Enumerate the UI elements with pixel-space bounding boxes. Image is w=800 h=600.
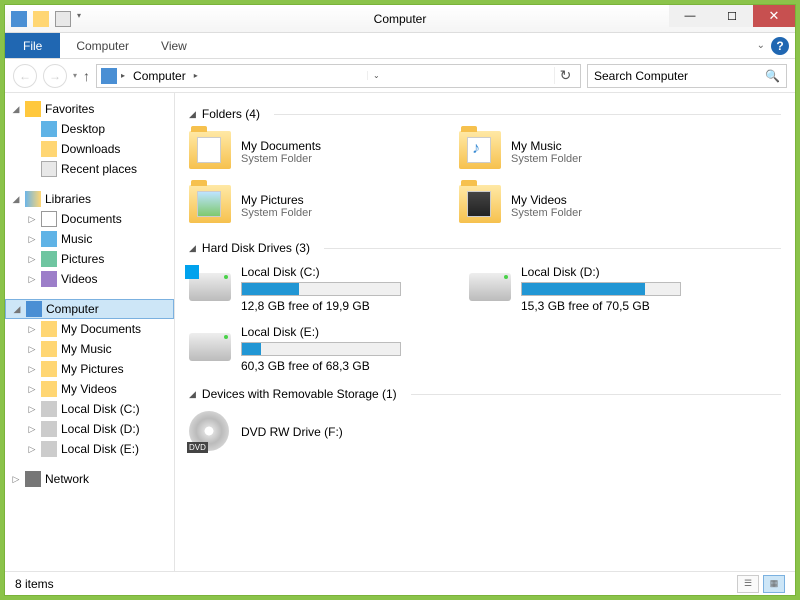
capacity-bar — [521, 282, 681, 296]
navigation-pane: ◢Favorites Desktop Downloads Recent plac… — [5, 93, 175, 571]
dvd-drive-f[interactable]: DVD RW Drive (F:) — [189, 411, 439, 453]
tree-pictures[interactable]: ▷Pictures — [5, 249, 174, 269]
chevron-right-icon[interactable]: ▸ — [194, 71, 198, 80]
qat-newfolder-icon[interactable] — [55, 11, 71, 27]
tree-localdisk-d[interactable]: ▷Local Disk (D:) — [5, 419, 174, 439]
folder-myvideos[interactable]: My VideosSystem Folder — [459, 185, 709, 227]
history-dropdown-icon[interactable]: ▾ — [73, 71, 77, 80]
window-controls: — ☐ ✕ — [669, 5, 795, 27]
maximize-button[interactable]: ☐ — [711, 5, 753, 27]
app-icon — [11, 11, 27, 27]
search-icon: 🔍 — [765, 69, 780, 83]
tree-mydocuments[interactable]: ▷My Documents — [5, 319, 174, 339]
group-folders-header[interactable]: ◢Folders (4) — [189, 107, 781, 121]
drive-icon — [189, 333, 231, 361]
tree-localdisk-e[interactable]: ▷Local Disk (E:) — [5, 439, 174, 459]
explorer-window: ▾ Computer — ☐ ✕ File Computer View ⌄ ? … — [4, 4, 796, 596]
group-drives-header[interactable]: ◢Hard Disk Drives (3) — [189, 241, 781, 255]
view-details-button[interactable]: ☰ — [737, 575, 759, 593]
tree-favorites[interactable]: ◢Favorites — [5, 99, 174, 119]
status-bar: 8 items ☰ ▦ — [5, 571, 795, 595]
up-button[interactable]: ↑ — [83, 68, 90, 84]
tree-mymusic[interactable]: ▷My Music — [5, 339, 174, 359]
navigation-bar: ← → ▾ ↑ ▸ Computer ▸ ⌄ ↻ Search Computer… — [5, 59, 795, 93]
tree-recent[interactable]: Recent places — [5, 159, 174, 179]
tree-downloads[interactable]: Downloads — [5, 139, 174, 159]
forward-button[interactable]: → — [43, 64, 67, 88]
ribbon-expand-icon[interactable]: ⌄ — [757, 40, 765, 51]
tree-videos[interactable]: ▷Videos — [5, 269, 174, 289]
address-bar[interactable]: ▸ Computer ▸ ⌄ ↻ — [96, 64, 581, 88]
qat-dropdown-icon[interactable]: ▾ — [77, 11, 85, 27]
folder-mydocuments[interactable]: My DocumentsSystem Folder — [189, 131, 439, 173]
capacity-bar — [241, 342, 401, 356]
tree-mypictures[interactable]: ▷My Pictures — [5, 359, 174, 379]
tree-music[interactable]: ▷Music — [5, 229, 174, 249]
group-removable-header[interactable]: ◢Devices with Removable Storage (1) — [189, 387, 781, 401]
help-icon[interactable]: ? — [771, 37, 789, 55]
qat-properties-icon[interactable] — [33, 11, 49, 27]
view-tab[interactable]: View — [145, 33, 203, 58]
tree-documents[interactable]: ▷Documents — [5, 209, 174, 229]
search-input[interactable]: Search Computer 🔍 — [587, 64, 787, 88]
back-button[interactable]: ← — [13, 64, 37, 88]
chevron-right-icon[interactable]: ▸ — [121, 71, 125, 80]
quick-access-toolbar: ▾ — [5, 11, 85, 27]
ribbon-tabs: File Computer View ⌄ ? — [5, 33, 795, 59]
breadcrumb-computer[interactable]: Computer — [129, 69, 190, 83]
folder-mypictures[interactable]: My PicturesSystem Folder — [189, 185, 439, 227]
drive-c[interactable]: Local Disk (C:) 12,8 GB free of 19,9 GB — [189, 265, 449, 313]
folder-mymusic[interactable]: My MusicSystem Folder — [459, 131, 709, 173]
file-tab[interactable]: File — [5, 33, 60, 58]
search-placeholder: Search Computer — [594, 69, 688, 83]
dvd-icon — [189, 411, 229, 451]
refresh-button[interactable]: ↻ — [554, 67, 576, 84]
drive-d[interactable]: Local Disk (D:) 15,3 GB free of 70,5 GB — [469, 265, 729, 313]
drive-icon — [189, 273, 231, 301]
content-pane: ◢Folders (4) My DocumentsSystem Folder M… — [175, 93, 795, 571]
minimize-button[interactable]: — — [669, 5, 711, 27]
address-dropdown-icon[interactable]: ⌄ — [367, 71, 385, 80]
drive-icon — [469, 273, 511, 301]
computer-tab[interactable]: Computer — [60, 33, 145, 58]
computer-icon — [101, 68, 117, 84]
titlebar[interactable]: ▾ Computer — ☐ ✕ — [5, 5, 795, 33]
capacity-bar — [241, 282, 401, 296]
view-tiles-button[interactable]: ▦ — [763, 575, 785, 593]
tree-myvideos[interactable]: ▷My Videos — [5, 379, 174, 399]
close-button[interactable]: ✕ — [753, 5, 795, 27]
tree-network[interactable]: ▷Network — [5, 469, 174, 489]
tree-computer[interactable]: ◢Computer — [5, 299, 174, 319]
drive-e[interactable]: Local Disk (E:) 60,3 GB free of 68,3 GB — [189, 325, 449, 373]
tree-localdisk-c[interactable]: ▷Local Disk (C:) — [5, 399, 174, 419]
tree-libraries[interactable]: ◢Libraries — [5, 189, 174, 209]
tree-desktop[interactable]: Desktop — [5, 119, 174, 139]
window-title: Computer — [374, 12, 427, 26]
item-count: 8 items — [15, 577, 54, 591]
